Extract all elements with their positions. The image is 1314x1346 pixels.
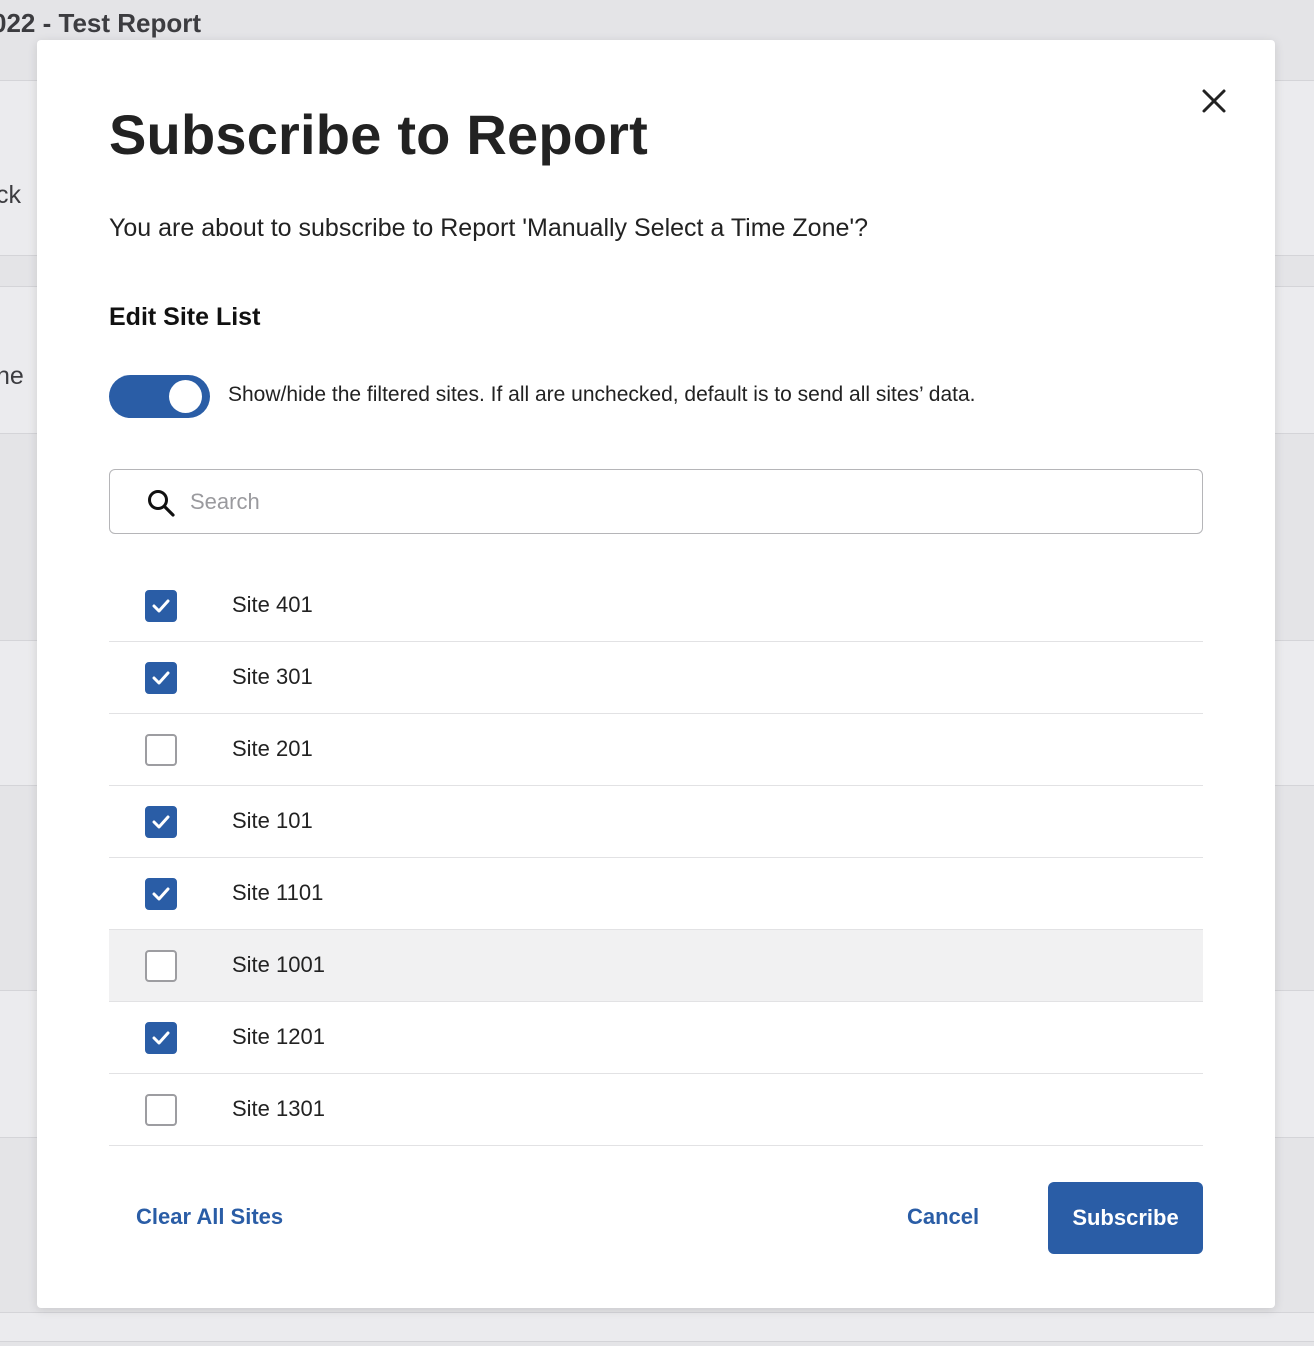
subscribe-button[interactable]: Subscribe <box>1048 1182 1203 1254</box>
site-checkbox[interactable] <box>145 590 177 622</box>
site-checkbox[interactable] <box>145 1094 177 1126</box>
search-input[interactable] <box>190 480 1170 524</box>
site-label: Site 101 <box>232 808 313 833</box>
modal-title: Subscribe to Report <box>109 103 648 166</box>
background-panel <box>0 1312 1314 1342</box>
site-row[interactable]: Site 101 <box>109 786 1203 858</box>
checkmark-icon <box>152 599 170 613</box>
site-checkbox[interactable] <box>145 950 177 982</box>
search-box[interactable] <box>109 469 1203 534</box>
site-row[interactable]: Site 1001 <box>109 930 1203 1002</box>
background-text: ck <box>0 181 21 209</box>
filter-toggle[interactable] <box>109 375 210 418</box>
clear-all-sites-button[interactable]: Clear All Sites <box>136 1204 283 1230</box>
checkmark-icon <box>152 815 170 829</box>
site-label: Site 1201 <box>232 1024 325 1049</box>
checkmark-icon <box>152 1031 170 1045</box>
search-icon <box>148 490 175 517</box>
site-row[interactable]: Site 401 <box>109 570 1203 642</box>
site-list: Site 401 Site 301 Site 201 Site 101 Site… <box>109 570 1203 1146</box>
background-text: ne <box>0 362 24 390</box>
site-label: Site 401 <box>232 592 313 617</box>
site-row[interactable]: Site 301 <box>109 642 1203 714</box>
background-report-title: 022 - Test Report <box>0 8 202 38</box>
site-label: Site 301 <box>232 664 313 689</box>
site-checkbox[interactable] <box>145 1022 177 1054</box>
toggle-knob <box>169 380 202 413</box>
site-checkbox[interactable] <box>145 878 177 910</box>
site-checkbox[interactable] <box>145 734 177 766</box>
close-button[interactable] <box>1197 84 1231 118</box>
site-row[interactable]: Site 1301 <box>109 1074 1203 1146</box>
site-row[interactable]: Site 201 <box>109 714 1203 786</box>
checkmark-icon <box>152 887 170 901</box>
checkmark-icon <box>152 671 170 685</box>
section-title: Edit Site List <box>109 303 261 331</box>
subscribe-modal: Subscribe to Report You are about to sub… <box>37 40 1275 1308</box>
site-label: Site 1101 <box>232 880 324 905</box>
close-icon[interactable] <box>1197 84 1231 118</box>
site-label: Site 201 <box>232 736 313 761</box>
modal-description: You are about to subscribe to Report 'Ma… <box>109 214 869 242</box>
site-row[interactable]: Site 1101 <box>109 858 1203 930</box>
toggle-label: Show/hide the filtered sites. If all are… <box>228 383 976 406</box>
site-row[interactable]: Site 1201 <box>109 1002 1203 1074</box>
site-label: Site 1001 <box>232 952 325 977</box>
site-checkbox[interactable] <box>145 662 177 694</box>
site-checkbox[interactable] <box>145 806 177 838</box>
cancel-button[interactable]: Cancel <box>907 1204 979 1230</box>
site-label: Site 1301 <box>232 1096 325 1121</box>
